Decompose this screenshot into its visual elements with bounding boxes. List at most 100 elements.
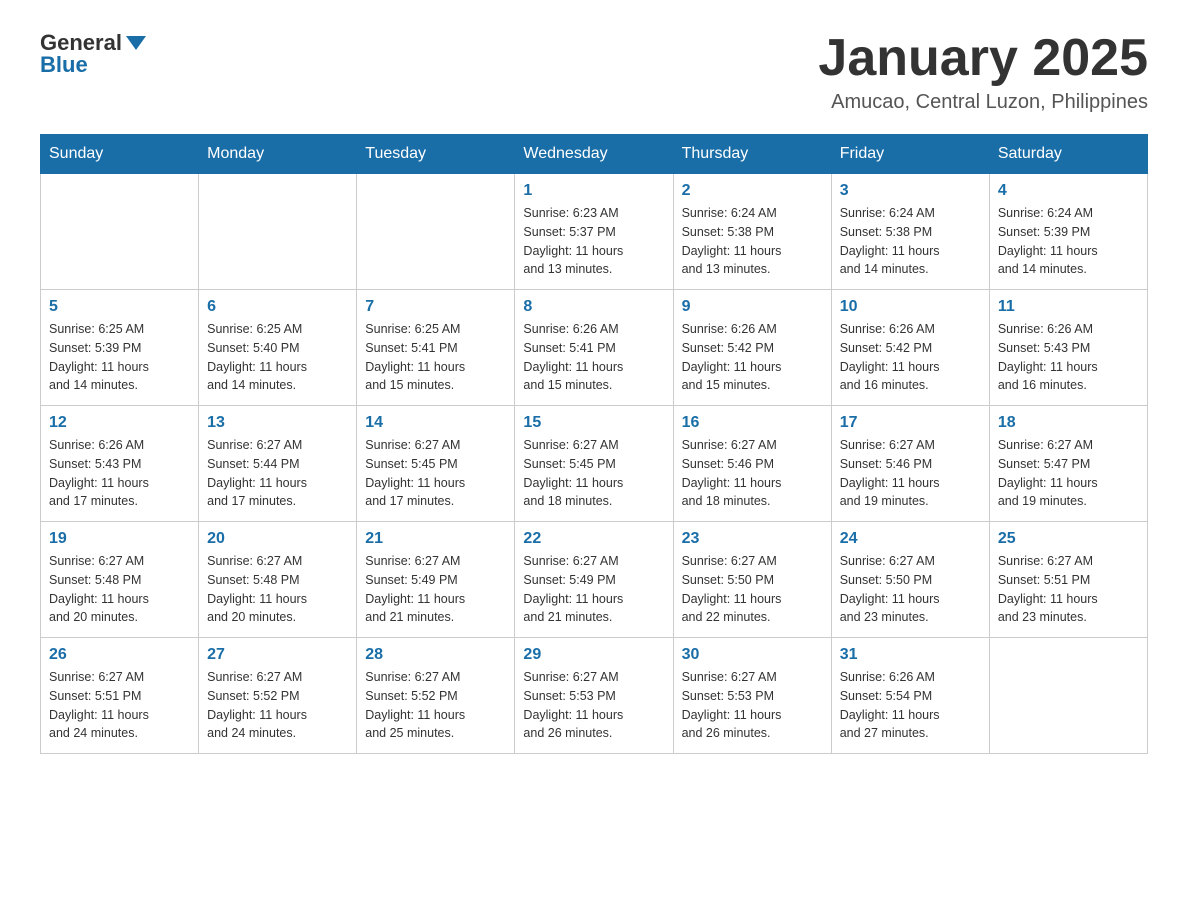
day-info: Sunrise: 6:27 AM Sunset: 5:46 PM Dayligh… <box>840 436 981 511</box>
day-number: 14 <box>365 414 506 432</box>
day-number: 24 <box>840 530 981 548</box>
day-info: Sunrise: 6:27 AM Sunset: 5:49 PM Dayligh… <box>365 552 506 627</box>
calendar-cell: 16 Sunrise: 6:27 AM Sunset: 5:46 PM Dayli… <box>673 406 831 522</box>
day-number: 22 <box>523 530 664 548</box>
day-info: Sunrise: 6:27 AM Sunset: 5:49 PM Dayligh… <box>523 552 664 627</box>
calendar-week-row: 19 Sunrise: 6:27 AM Sunset: 5:48 PM Dayli… <box>41 522 1148 638</box>
calendar-cell: 3 Sunrise: 6:24 AM Sunset: 5:38 PM Daylig… <box>831 174 989 290</box>
day-number: 31 <box>840 646 981 664</box>
day-info: Sunrise: 6:24 AM Sunset: 5:39 PM Dayligh… <box>998 204 1139 279</box>
calendar-cell <box>199 174 357 290</box>
calendar-cell: 28 Sunrise: 6:27 AM Sunset: 5:52 PM Dayli… <box>357 638 515 754</box>
calendar-header-thursday: Thursday <box>673 135 831 174</box>
calendar-cell: 6Sunrise: 6:25 AM Sunset: 5:40 PM Daylig… <box>199 290 357 406</box>
day-info: Sunrise: 6:27 AM Sunset: 5:53 PM Dayligh… <box>682 668 823 743</box>
month-title: January 2025 <box>818 30 1148 87</box>
calendar-cell <box>989 638 1147 754</box>
day-number: 3 <box>840 182 981 200</box>
day-info: Sunrise: 6:27 AM Sunset: 5:50 PM Dayligh… <box>682 552 823 627</box>
calendar-cell: 13 Sunrise: 6:27 AM Sunset: 5:44 PM Dayli… <box>199 406 357 522</box>
logo: General Blue <box>40 30 146 78</box>
day-number: 29 <box>523 646 664 664</box>
page-header: General Blue January 2025 Amucao, Centra… <box>40 30 1148 114</box>
day-number: 7 <box>365 298 506 316</box>
day-number: 13 <box>207 414 348 432</box>
location-title: Amucao, Central Luzon, Philippines <box>818 91 1148 114</box>
day-info: Sunrise: 6:27 AM Sunset: 5:53 PM Dayligh… <box>523 668 664 743</box>
day-number: 5 <box>49 298 190 316</box>
calendar-cell: 18Sunrise: 6:27 AM Sunset: 5:47 PM Dayli… <box>989 406 1147 522</box>
day-number: 27 <box>207 646 348 664</box>
calendar-header-sunday: Sunday <box>41 135 199 174</box>
day-info: Sunrise: 6:25 AM Sunset: 5:41 PM Dayligh… <box>365 320 506 395</box>
calendar-cell: 21 Sunrise: 6:27 AM Sunset: 5:49 PM Dayli… <box>357 522 515 638</box>
calendar-cell: 1 Sunrise: 6:23 AM Sunset: 5:37 PM Daylig… <box>515 174 673 290</box>
calendar-cell: 11 Sunrise: 6:26 AM Sunset: 5:43 PM Dayli… <box>989 290 1147 406</box>
calendar-header-wednesday: Wednesday <box>515 135 673 174</box>
day-number: 25 <box>998 530 1139 548</box>
day-info: Sunrise: 6:27 AM Sunset: 5:52 PM Dayligh… <box>365 668 506 743</box>
calendar-cell: 26Sunrise: 6:27 AM Sunset: 5:51 PM Dayli… <box>41 638 199 754</box>
day-info: Sunrise: 6:27 AM Sunset: 5:44 PM Dayligh… <box>207 436 348 511</box>
day-number: 8 <box>523 298 664 316</box>
calendar-week-row: 26Sunrise: 6:27 AM Sunset: 5:51 PM Dayli… <box>41 638 1148 754</box>
day-info: Sunrise: 6:26 AM Sunset: 5:42 PM Dayligh… <box>682 320 823 395</box>
day-number: 16 <box>682 414 823 432</box>
calendar-cell: 10 Sunrise: 6:26 AM Sunset: 5:42 PM Dayli… <box>831 290 989 406</box>
calendar-cell: 2 Sunrise: 6:24 AM Sunset: 5:38 PM Daylig… <box>673 174 831 290</box>
calendar-cell: 4 Sunrise: 6:24 AM Sunset: 5:39 PM Daylig… <box>989 174 1147 290</box>
day-info: Sunrise: 6:26 AM Sunset: 5:43 PM Dayligh… <box>49 436 190 511</box>
day-info: Sunrise: 6:24 AM Sunset: 5:38 PM Dayligh… <box>682 204 823 279</box>
day-info: Sunrise: 6:27 AM Sunset: 5:47 PM Dayligh… <box>998 436 1139 511</box>
calendar-cell: 23 Sunrise: 6:27 AM Sunset: 5:50 PM Dayli… <box>673 522 831 638</box>
day-info: Sunrise: 6:27 AM Sunset: 5:46 PM Dayligh… <box>682 436 823 511</box>
day-number: 23 <box>682 530 823 548</box>
calendar-cell: 9 Sunrise: 6:26 AM Sunset: 5:42 PM Daylig… <box>673 290 831 406</box>
day-info: Sunrise: 6:27 AM Sunset: 5:45 PM Dayligh… <box>365 436 506 511</box>
calendar-header-saturday: Saturday <box>989 135 1147 174</box>
day-number: 1 <box>523 182 664 200</box>
calendar-table: SundayMondayTuesdayWednesdayThursdayFrid… <box>40 134 1148 754</box>
calendar-cell: 14 Sunrise: 6:27 AM Sunset: 5:45 PM Dayli… <box>357 406 515 522</box>
day-info: Sunrise: 6:26 AM Sunset: 5:42 PM Dayligh… <box>840 320 981 395</box>
day-info: Sunrise: 6:26 AM Sunset: 5:54 PM Dayligh… <box>840 668 981 743</box>
calendar-cell <box>41 174 199 290</box>
calendar-cell: 17 Sunrise: 6:27 AM Sunset: 5:46 PM Dayli… <box>831 406 989 522</box>
day-info: Sunrise: 6:26 AM Sunset: 5:43 PM Dayligh… <box>998 320 1139 395</box>
day-number: 9 <box>682 298 823 316</box>
day-info: Sunrise: 6:27 AM Sunset: 5:52 PM Dayligh… <box>207 668 348 743</box>
day-info: Sunrise: 6:27 AM Sunset: 5:48 PM Dayligh… <box>49 552 190 627</box>
day-number: 2 <box>682 182 823 200</box>
calendar-week-row: 5 Sunrise: 6:25 AM Sunset: 5:39 PM Daylig… <box>41 290 1148 406</box>
calendar-week-row: 1 Sunrise: 6:23 AM Sunset: 5:37 PM Daylig… <box>41 174 1148 290</box>
calendar-cell: 19 Sunrise: 6:27 AM Sunset: 5:48 PM Dayli… <box>41 522 199 638</box>
calendar-cell: 30Sunrise: 6:27 AM Sunset: 5:53 PM Dayli… <box>673 638 831 754</box>
calendar-cell: 7 Sunrise: 6:25 AM Sunset: 5:41 PM Daylig… <box>357 290 515 406</box>
calendar-cell: 15Sunrise: 6:27 AM Sunset: 5:45 PM Dayli… <box>515 406 673 522</box>
day-number: 4 <box>998 182 1139 200</box>
logo-triangle-icon <box>126 36 146 50</box>
day-info: Sunrise: 6:23 AM Sunset: 5:37 PM Dayligh… <box>523 204 664 279</box>
calendar-cell: 29 Sunrise: 6:27 AM Sunset: 5:53 PM Dayli… <box>515 638 673 754</box>
day-info: Sunrise: 6:26 AM Sunset: 5:41 PM Dayligh… <box>523 320 664 395</box>
calendar-cell: 20Sunrise: 6:27 AM Sunset: 5:48 PM Dayli… <box>199 522 357 638</box>
calendar-cell: 24Sunrise: 6:27 AM Sunset: 5:50 PM Dayli… <box>831 522 989 638</box>
day-info: Sunrise: 6:25 AM Sunset: 5:39 PM Dayligh… <box>49 320 190 395</box>
calendar-header-friday: Friday <box>831 135 989 174</box>
day-number: 21 <box>365 530 506 548</box>
day-number: 12 <box>49 414 190 432</box>
calendar-cell: 25 Sunrise: 6:27 AM Sunset: 5:51 PM Dayli… <box>989 522 1147 638</box>
day-number: 19 <box>49 530 190 548</box>
day-info: Sunrise: 6:24 AM Sunset: 5:38 PM Dayligh… <box>840 204 981 279</box>
day-number: 11 <box>998 298 1139 316</box>
calendar-header-monday: Monday <box>199 135 357 174</box>
day-info: Sunrise: 6:27 AM Sunset: 5:51 PM Dayligh… <box>998 552 1139 627</box>
calendar-header-tuesday: Tuesday <box>357 135 515 174</box>
day-number: 20 <box>207 530 348 548</box>
day-number: 17 <box>840 414 981 432</box>
calendar-cell: 12 Sunrise: 6:26 AM Sunset: 5:43 PM Dayli… <box>41 406 199 522</box>
day-number: 10 <box>840 298 981 316</box>
day-number: 28 <box>365 646 506 664</box>
calendar-cell: 27 Sunrise: 6:27 AM Sunset: 5:52 PM Dayli… <box>199 638 357 754</box>
calendar-cell: 31 Sunrise: 6:26 AM Sunset: 5:54 PM Dayli… <box>831 638 989 754</box>
